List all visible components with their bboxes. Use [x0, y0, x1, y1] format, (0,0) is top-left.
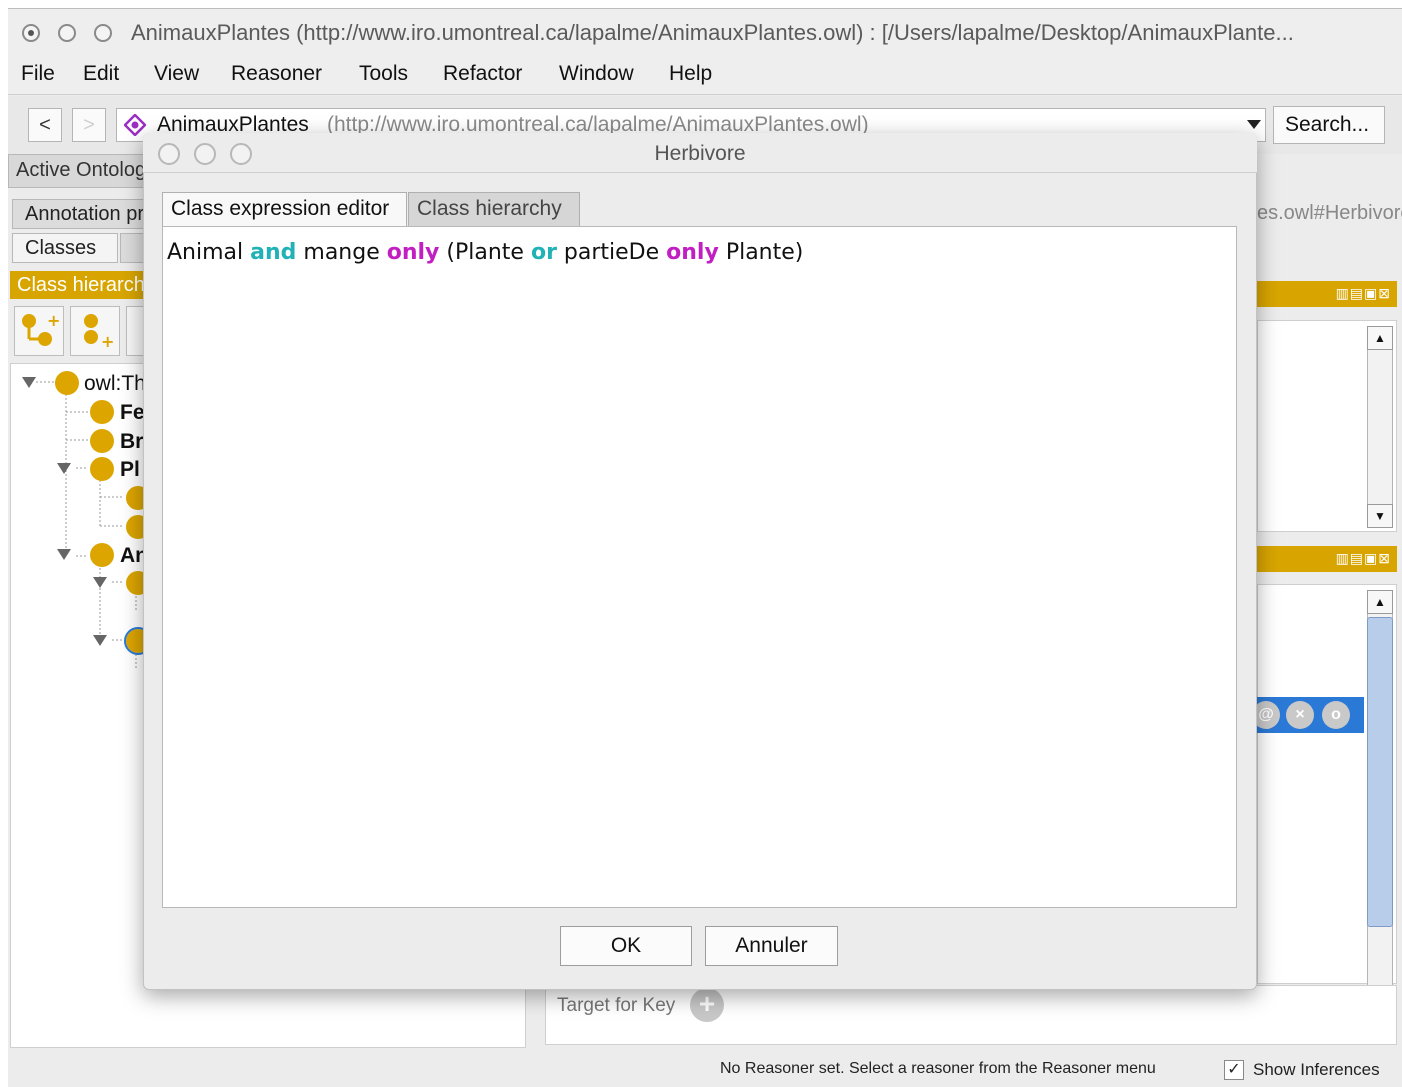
panel-header-description: ▥▤▣⊠	[1257, 546, 1397, 572]
class-iri-label: es.owl#Herbivore	[1257, 202, 1402, 224]
scrollbar-thumb[interactable]	[1367, 617, 1393, 927]
forward-button[interactable]: >	[72, 108, 106, 142]
back-button[interactable]: <	[28, 108, 62, 142]
add-subclass-icon: +	[22, 311, 60, 346]
tree-item[interactable]: Pl	[120, 458, 140, 482]
class-icon	[90, 400, 114, 424]
ontology-icon	[124, 114, 146, 136]
menu-help[interactable]: Help	[669, 62, 712, 86]
expression-token: Plante)	[718, 240, 804, 265]
tab-annotation-properties[interactable]: Annotation properties	[12, 199, 148, 229]
class-expression-editor[interactable]	[162, 226, 1237, 908]
expression-keyword: or	[530, 240, 557, 265]
add-sibling-button[interactable]: +	[70, 306, 120, 356]
class-icon	[90, 429, 114, 453]
expression-keyword: only	[386, 240, 440, 265]
scroll-down-button[interactable]: ▼	[1367, 504, 1393, 528]
chevron-down-icon[interactable]	[1246, 118, 1262, 130]
add-target-key-button[interactable]: +	[690, 988, 724, 1022]
menu-edit[interactable]: Edit	[83, 62, 119, 86]
tree-item[interactable]: Br	[120, 430, 143, 454]
target-for-key-label: Target for Key	[557, 995, 676, 1016]
edit-icon[interactable]: o	[1322, 701, 1350, 729]
scroll-up-button[interactable]: ▲	[1367, 326, 1393, 350]
window-title: AnimauxPlantes (http://www.iro.umontreal…	[131, 20, 1294, 45]
window-minimize-button[interactable]	[58, 24, 76, 42]
expand-triangle-icon[interactable]	[57, 549, 71, 560]
window-close-button[interactable]	[22, 24, 40, 42]
class-expression-text[interactable]: Animal and mange only (Plante or partieD…	[167, 240, 803, 265]
class-hierarchy-header: Class hierarchy	[10, 271, 148, 299]
status-message: No Reasoner set. Select a reasoner from …	[720, 1060, 1156, 1077]
svg-text:+: +	[47, 311, 60, 330]
add-subclass-button[interactable]: +	[14, 306, 64, 356]
class-icon	[55, 371, 79, 395]
add-sibling-icon: +	[84, 314, 114, 351]
cancel-button[interactable]: Annuler	[705, 926, 838, 966]
tab-classes[interactable]: Classes	[12, 233, 118, 263]
expression-keyword: only	[666, 240, 719, 265]
scrollbar-track[interactable]	[1367, 350, 1393, 504]
expand-triangle-icon[interactable]	[57, 463, 71, 474]
expression-token: Animal	[167, 240, 251, 265]
menu-file[interactable]: File	[21, 62, 55, 86]
show-inferences-label: Show Inferences	[1253, 1060, 1380, 1079]
class-icon	[90, 543, 114, 567]
expand-triangle-icon[interactable]	[93, 577, 107, 588]
expression-keyword: and	[250, 240, 297, 265]
expand-triangle-icon[interactable]	[93, 635, 107, 646]
window-zoom-button[interactable]	[94, 24, 112, 42]
dialog-title: Herbivore	[654, 142, 746, 165]
delete-icon[interactable]: ×	[1286, 701, 1314, 729]
expression-token: partieDe	[556, 240, 667, 265]
tab-class-hierarchy[interactable]: Class hierarchy	[408, 192, 580, 226]
tab-class-expression-editor[interactable]: Class expression editor	[162, 192, 407, 226]
tree-item[interactable]: Fe	[120, 401, 145, 425]
menu-tools[interactable]: Tools	[359, 62, 408, 86]
svg-text:+: +	[101, 332, 114, 351]
menu-reasoner[interactable]: Reasoner	[231, 62, 322, 86]
tab-active-ontology[interactable]: Active Ontology	[8, 154, 148, 188]
menu-window[interactable]: Window	[559, 62, 634, 86]
expand-triangle-icon[interactable]	[22, 377, 36, 388]
show-inferences-checkbox[interactable]: ✓	[1224, 1060, 1244, 1080]
menu-view[interactable]: View	[154, 62, 199, 86]
expression-token: (Plante	[439, 240, 531, 265]
menu-refactor[interactable]: Refactor	[443, 62, 522, 86]
scroll-up-button[interactable]: ▲	[1367, 590, 1393, 614]
class-icon	[90, 457, 114, 481]
ok-button[interactable]: OK	[560, 926, 692, 966]
panel-header-annotations: ▥▤▣⊠	[1257, 281, 1397, 307]
search-button[interactable]: Search...	[1273, 106, 1385, 144]
expression-token: mange	[296, 240, 387, 265]
